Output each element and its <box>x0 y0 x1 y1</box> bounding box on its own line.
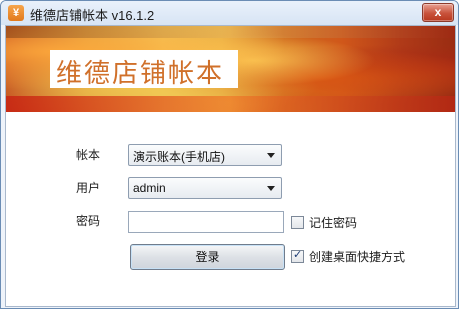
account-select-value: 演示账本(手机店) <box>133 150 225 164</box>
title-bar[interactable]: ¥ 维德店铺帐本 v16.1.2 x <box>1 1 458 25</box>
close-icon: x <box>434 5 442 19</box>
window-title: 维德店铺帐本 v16.1.2 <box>30 8 155 23</box>
user-label: 用户 <box>76 181 101 195</box>
chevron-down-icon <box>267 153 275 158</box>
create-shortcut-label[interactable]: 创建桌面快捷方式 <box>309 248 405 265</box>
banner-title: 维德店铺帐本 <box>56 59 225 89</box>
login-window: ¥ 维德店铺帐本 v16.1.2 x 维德店铺帐本 帐本 演示账本(手机店) 用… <box>0 0 459 309</box>
login-button[interactable]: 登录 <box>130 244 285 270</box>
user-select-value: admin <box>133 181 166 195</box>
remember-password-label[interactable]: 记住密码 <box>309 214 357 231</box>
chevron-down-icon <box>267 186 275 191</box>
client-area: 维德店铺帐本 帐本 演示账本(手机店) 用户 admin 密码 记住密码 登录 … <box>5 25 456 307</box>
close-button[interactable]: x <box>422 3 454 22</box>
app-yen-icon: ¥ <box>8 5 24 21</box>
account-select[interactable]: 演示账本(手机店) <box>128 144 282 166</box>
create-shortcut-checkbox[interactable] <box>291 248 304 263</box>
password-field[interactable] <box>128 211 284 233</box>
login-button-label: 登录 <box>195 250 220 264</box>
banner-texture-top <box>6 26 455 38</box>
banner-title-box: 维德店铺帐本 <box>50 50 238 89</box>
password-label: 密码 <box>76 214 101 228</box>
account-label: 帐本 <box>76 148 101 162</box>
banner-texture-bottom <box>6 96 455 112</box>
banner-image: 维德店铺帐本 <box>6 26 455 112</box>
user-select[interactable]: admin <box>128 177 282 199</box>
remember-password-checkbox[interactable] <box>291 216 304 229</box>
